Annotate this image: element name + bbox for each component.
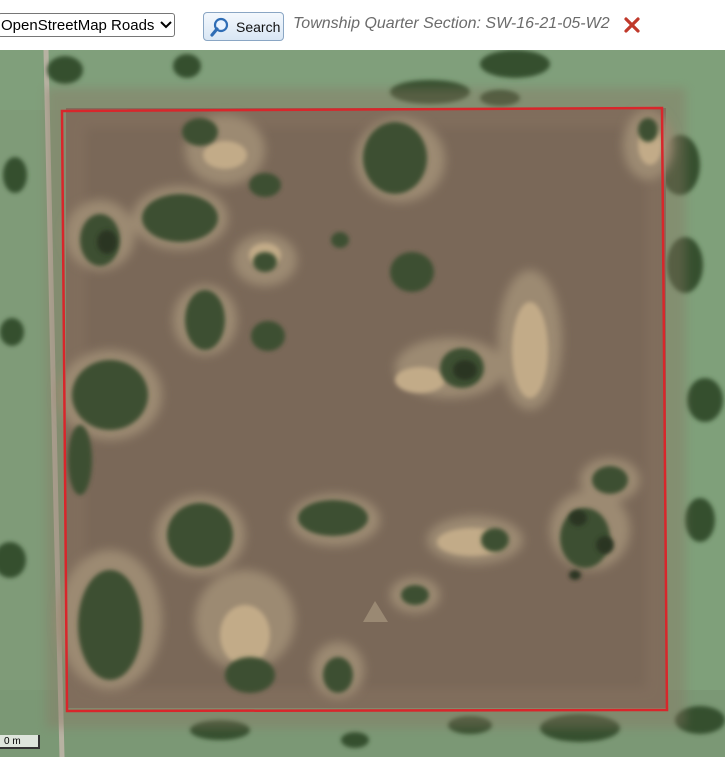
search-icon bbox=[209, 16, 231, 38]
basemap-layer-select[interactable]: OpenStreetMap Roads bbox=[0, 13, 175, 37]
map-toolbar: OpenStreetMap Roads Search Township Quar… bbox=[0, 0, 725, 50]
scale-label: 0 m bbox=[4, 736, 21, 747]
quarter-section-label: Township Quarter Section: SW-16-21-05-W2 bbox=[293, 15, 610, 32]
chevron-down-icon bbox=[158, 21, 174, 29]
search-button-label: Search bbox=[236, 18, 281, 35]
satellite-imagery bbox=[0, 50, 725, 757]
map-scale-bar: 0 m bbox=[0, 735, 40, 749]
basemap-layer-select-value: OpenStreetMap Roads bbox=[1, 16, 155, 34]
satellite-map[interactable] bbox=[0, 50, 725, 757]
search-button[interactable]: Search bbox=[203, 12, 284, 41]
close-icon[interactable] bbox=[623, 16, 641, 34]
